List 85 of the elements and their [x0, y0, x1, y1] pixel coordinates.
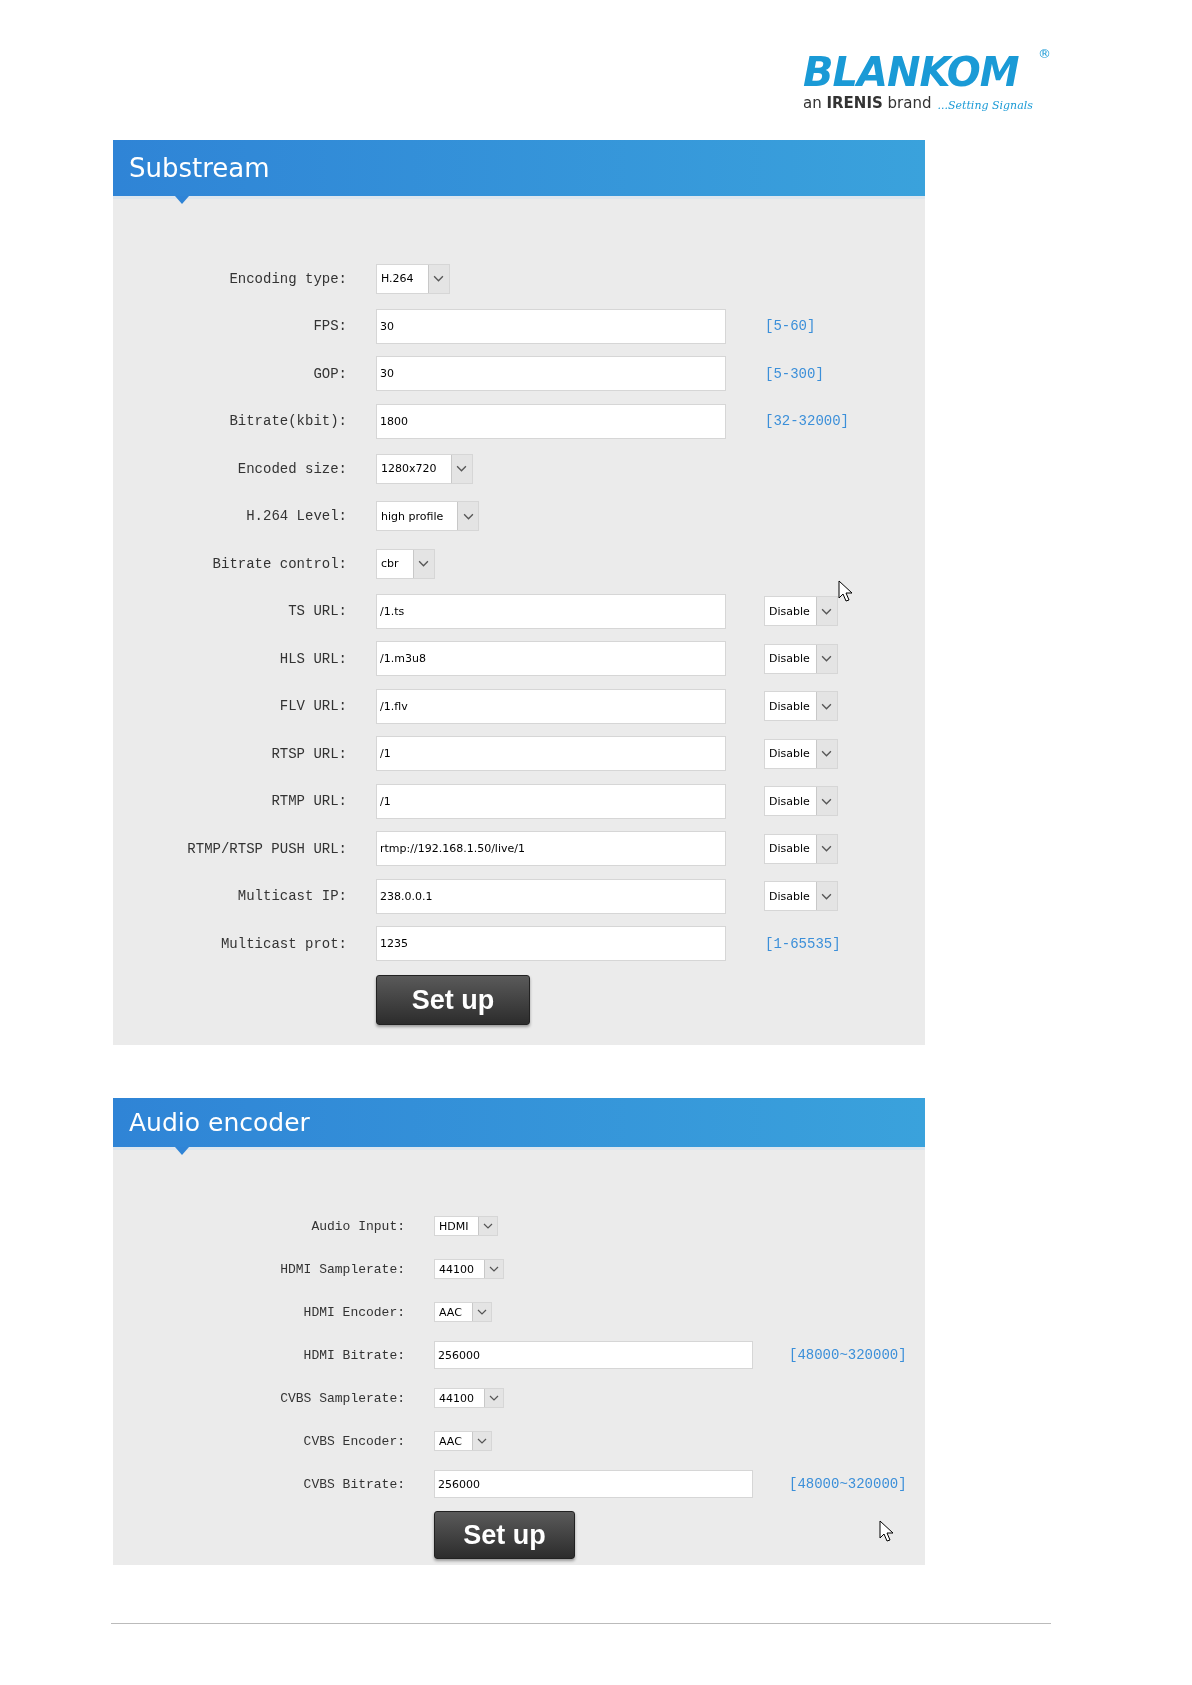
- field-label: RTMP/RTSP PUSH URL:: [186, 840, 347, 857]
- range-hint: [32-32000]: [765, 413, 849, 429]
- setup-button[interactable]: Set up: [376, 975, 530, 1025]
- dropdown[interactable]: high profile: [376, 501, 480, 531]
- dropdown[interactable]: Disable: [764, 596, 838, 626]
- dropdown[interactable]: Disable: [764, 881, 838, 911]
- field-label: HDMI Encoder:: [302, 1304, 405, 1320]
- setup-button[interactable]: Set up: [434, 1511, 575, 1559]
- text-field[interactable]: rtmp://192.168.1.50/live/1: [376, 831, 726, 866]
- chevron-down-icon: [821, 892, 833, 900]
- dropdown[interactable]: cbr: [376, 548, 435, 579]
- field-label: RTSP URL:: [270, 745, 347, 762]
- pointer-icon: [175, 1147, 189, 1155]
- text-field[interactable]: 30: [376, 356, 726, 391]
- range-hint: [5-300]: [765, 365, 824, 382]
- cursor-icon: [838, 580, 853, 602]
- field-label: H.264 Level:: [245, 508, 347, 524]
- panel-title: Audio encoder: [113, 1098, 925, 1150]
- dropdown[interactable]: HDMI: [434, 1216, 499, 1236]
- text-field[interactable]: 238.0.0.1: [376, 878, 726, 914]
- panel-title: Substream: [113, 140, 925, 199]
- text-field[interactable]: /1.m3u8: [376, 641, 726, 676]
- dropdown[interactable]: Disable: [764, 833, 838, 864]
- pointer-icon: [175, 196, 189, 204]
- range-hint: [48000~320000]: [789, 1476, 907, 1492]
- chevron-down-icon: [821, 797, 833, 805]
- chevron-down-icon: [821, 607, 833, 615]
- field-label: CVBS Bitrate:: [302, 1476, 405, 1492]
- chevron-down-icon: [821, 845, 833, 852]
- text-field[interactable]: 1235: [376, 926, 726, 961]
- brand-slogan: ...Setting Signals: [937, 99, 1033, 112]
- text-field[interactable]: 256000: [434, 1470, 753, 1498]
- cursor-icon: [879, 1520, 894, 1542]
- dropdown[interactable]: H.264: [376, 263, 450, 294]
- range-hint: [1-65535]: [765, 935, 841, 952]
- chevron-down-icon: [476, 1309, 487, 1315]
- dropdown[interactable]: AAC: [434, 1431, 492, 1451]
- field-label: HLS URL:: [278, 650, 347, 667]
- field-label: CVBS Samplerate:: [279, 1390, 405, 1406]
- field-label: Encoded size:: [236, 460, 347, 477]
- text-field[interactable]: 1800: [376, 403, 726, 439]
- field-label: Bitrate(kbit):: [228, 413, 347, 429]
- brand-tagline: an IRENIS brand: [803, 94, 932, 112]
- field-label: TS URL:: [287, 603, 347, 619]
- text-field[interactable]: /1: [376, 736, 726, 771]
- field-label: FPS:: [312, 318, 347, 334]
- chevron-down-icon: [462, 512, 474, 520]
- text-field[interactable]: /1.flv: [376, 688, 726, 724]
- field-label: Audio Input:: [310, 1218, 405, 1234]
- chevron-down-icon: [476, 1438, 487, 1444]
- dropdown[interactable]: 44100: [434, 1388, 504, 1408]
- brand-logo: BLANKOM: [803, 50, 1019, 94]
- dropdown[interactable]: AAC: [434, 1302, 492, 1322]
- chevron-down-icon: [483, 1223, 494, 1229]
- chevron-down-icon: [456, 465, 467, 472]
- chevron-down-icon: [418, 560, 430, 567]
- field-label: Multicast IP:: [236, 888, 347, 904]
- text-field[interactable]: 30: [376, 308, 726, 344]
- field-label: Multicast prot:: [219, 935, 347, 952]
- field-label: FLV URL:: [278, 698, 347, 714]
- range-hint: [5-60]: [765, 318, 816, 334]
- field-label: HDMI Samplerate:: [279, 1261, 405, 1277]
- chevron-down-icon: [821, 750, 833, 757]
- dropdown[interactable]: Disable: [764, 786, 838, 816]
- text-field[interactable]: 256000: [434, 1341, 753, 1369]
- range-hint: [48000~320000]: [789, 1347, 907, 1363]
- field-label: Encoding type:: [228, 270, 347, 287]
- dropdown[interactable]: Disable: [764, 643, 838, 674]
- field-label: Bitrate control:: [211, 555, 347, 572]
- field-label: HDMI Bitrate:: [302, 1347, 405, 1363]
- chevron-down-icon: [821, 655, 833, 662]
- chevron-down-icon: [433, 275, 445, 282]
- dropdown[interactable]: 1280x720: [376, 453, 473, 484]
- field-label: RTMP URL:: [270, 793, 347, 809]
- dropdown[interactable]: 44100: [434, 1259, 504, 1279]
- field-label: CVBS Encoder:: [302, 1433, 405, 1449]
- chevron-down-icon: [489, 1266, 499, 1272]
- chevron-down-icon: [821, 702, 833, 710]
- text-field[interactable]: /1.ts: [376, 593, 726, 629]
- dropdown[interactable]: Disable: [764, 691, 838, 721]
- registered-mark: ®: [1038, 46, 1051, 61]
- text-field[interactable]: /1: [376, 783, 726, 819]
- chevron-down-icon: [489, 1395, 499, 1401]
- field-label: GOP:: [312, 365, 347, 382]
- dropdown[interactable]: Disable: [764, 738, 838, 769]
